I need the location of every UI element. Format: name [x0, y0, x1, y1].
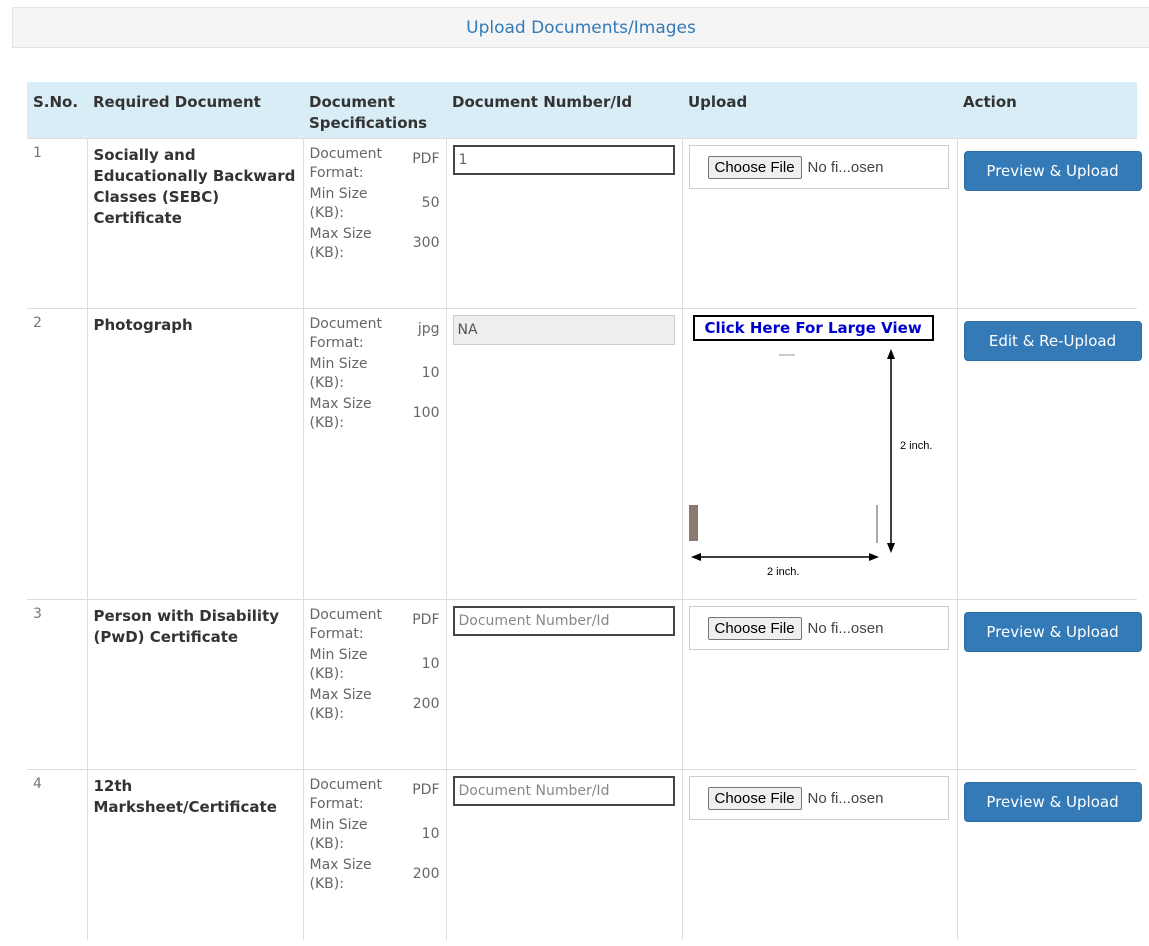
spec-max-value: 300: [412, 235, 440, 251]
row-specifications: Document Format: PDF Min Size (KB): 10 Max…: [302, 599, 446, 770]
col-specifications-header: Document Specifications: [303, 82, 446, 139]
photo-preview[interactable]: 2 inch. 2 inch.: [688, 345, 951, 581]
file-status-text: No fi...osen: [807, 619, 884, 637]
spec-format-value: PDF: [412, 782, 440, 798]
row-sno: 3: [27, 599, 87, 770]
row-sno: 1: [27, 138, 87, 309]
spec-format-value: PDF: [412, 151, 440, 167]
document-number-input[interactable]: [452, 145, 675, 175]
spec-min-value: 50: [421, 195, 440, 211]
col-action-header: Action: [957, 82, 1137, 139]
spec-min-value: 10: [421, 656, 440, 672]
row-sno: 4: [27, 769, 87, 940]
row-upload-cell: Choose File No fi...osen: [681, 769, 957, 940]
row-upload-cell: Choose File No fi...osen: [681, 138, 957, 309]
row-action-cell: Preview & Upload: [956, 599, 1142, 770]
spec-max-label: Max Size (KB):: [309, 857, 372, 892]
table-row: 3 Person with Disability (PwD) Certifica…: [27, 599, 1142, 770]
spec-min-value: 10: [421, 365, 440, 381]
document-number-input[interactable]: [452, 315, 675, 345]
spec-max-label: Max Size (KB):: [309, 226, 372, 261]
row-specifications: Document Format: jpg Min Size (KB): 10 Max…: [302, 308, 446, 600]
choose-file-button[interactable]: Choose File: [707, 616, 802, 640]
document-number-input[interactable]: [452, 606, 675, 636]
row-specifications: Document Format: PDF Min Size (KB): 50 Max…: [302, 138, 446, 309]
col-document-number-header: Document Number/Id: [446, 82, 682, 139]
table-row: 4 12th Marksheet/Certificate Document Fo…: [27, 769, 1142, 940]
panel-title: Upload Documents/Images: [12, 7, 1149, 48]
row-document-name: Photograph: [86, 308, 303, 600]
table-header-row: S.No. Required Document Document Specifi…: [27, 82, 1137, 139]
row-upload-cell: Click Here For Large View 2 inch. 2 inch…: [681, 308, 957, 600]
preview-upload-button[interactable]: Preview & Upload: [963, 151, 1142, 191]
row-document-number-cell: [445, 308, 682, 600]
row-action-cell: Edit & Re-Upload: [956, 308, 1142, 600]
file-status-text: No fi...osen: [807, 789, 884, 807]
spec-format-value: PDF: [412, 612, 440, 628]
spec-max-value: 200: [412, 696, 440, 712]
arrow-up-icon: [886, 349, 895, 359]
documents-table: S.No. Required Document Document Specifi…: [27, 82, 1142, 940]
row-action-cell: Preview & Upload: [956, 769, 1142, 940]
file-input[interactable]: Choose File No fi...osen: [688, 145, 949, 189]
spec-min-label: Min Size (KB):: [309, 186, 368, 221]
dimension-label-right: 2 inch.: [900, 440, 932, 452]
row-action-cell: Preview & Upload: [956, 138, 1142, 309]
file-status-text: No fi...osen: [807, 158, 884, 176]
preview-upload-button[interactable]: Preview & Upload: [963, 612, 1142, 652]
table-row: 2 Photograph Document Format: jpg Min Siz…: [27, 308, 1142, 600]
col-sno-header: S.No.: [27, 82, 87, 139]
file-input[interactable]: Choose File No fi...osen: [688, 606, 949, 650]
col-required-document-header: Required Document: [87, 82, 303, 139]
row-document-number-cell: [445, 769, 682, 940]
spec-max-label: Max Size (KB):: [309, 396, 372, 431]
row-document-name: Socially and Educationally Backward Clas…: [86, 138, 303, 309]
large-view-link[interactable]: Click Here For Large View: [692, 315, 934, 341]
table-row: 1 Socially and Educationally Backward Cl…: [27, 138, 1142, 309]
row-document-name: Person with Disability (PwD) Certificate: [86, 599, 303, 770]
spec-format-label: Document Format:: [309, 607, 383, 642]
row-specifications: Document Format: PDF Min Size (KB): 10 Max…: [302, 769, 446, 940]
spec-format-label: Document Format:: [309, 146, 383, 181]
choose-file-button[interactable]: Choose File: [707, 786, 802, 810]
choose-file-button[interactable]: Choose File: [707, 155, 802, 179]
row-document-number-cell: [445, 138, 682, 309]
row-document-name: 12th Marksheet/Certificate: [86, 769, 303, 940]
spec-format-label: Document Format:: [309, 316, 383, 351]
spec-min-label: Min Size (KB):: [309, 647, 368, 682]
spec-min-label: Min Size (KB):: [309, 817, 368, 852]
arrow-right-icon: [868, 553, 879, 561]
file-input[interactable]: Choose File No fi...osen: [688, 776, 949, 820]
preview-upload-button[interactable]: Preview & Upload: [963, 782, 1142, 822]
photo-fleck: [778, 354, 795, 356]
edit-reupload-button[interactable]: Edit & Re-Upload: [963, 321, 1142, 361]
document-number-input[interactable]: [452, 776, 675, 806]
spec-min-value: 10: [421, 826, 440, 842]
arrow-left-icon: [690, 553, 701, 561]
spec-format-label: Document Format:: [309, 777, 383, 812]
spec-max-label: Max Size (KB):: [309, 687, 372, 722]
photo-edge-mark: [688, 505, 698, 541]
col-upload-header: Upload: [682, 82, 957, 139]
spec-min-label: Min Size (KB):: [309, 356, 368, 391]
spec-max-value: 200: [412, 866, 440, 882]
row-sno: 2: [27, 308, 87, 600]
spec-max-value: 100: [412, 405, 440, 421]
row-upload-cell: Choose File No fi...osen: [681, 599, 957, 770]
arrow-down-icon: [886, 543, 895, 553]
spec-format-value: jpg: [417, 321, 440, 337]
photo-dimension-diagram: 2 inch. 2 inch.: [688, 349, 932, 578]
row-document-number-cell: [445, 599, 682, 770]
dimension-label-bottom: 2 inch.: [767, 566, 799, 577]
